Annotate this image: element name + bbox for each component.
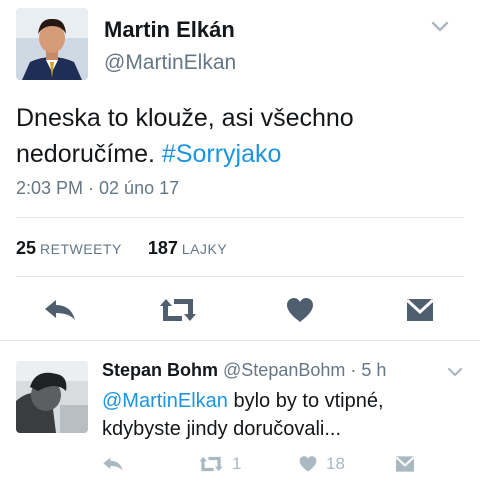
reply-icon [45, 300, 75, 320]
reply-retweet-count: 1 [232, 454, 242, 473]
reply-tweet[interactable]: Stepan Bohm @StepanBohm · 5 h @MartinElk… [0, 341, 480, 490]
author-name[interactable]: Martin Elkán [104, 17, 235, 43]
tweet-text: Dneska to klouže, asi všechno nedoručíme… [16, 100, 456, 172]
retweet-icon [199, 456, 223, 472]
reply-button[interactable] [40, 292, 80, 328]
chevron-down-icon[interactable] [430, 20, 450, 34]
reply-header: Stepan Bohm @StepanBohm · 5 h [102, 360, 386, 381]
reply-message-button[interactable] [394, 449, 416, 479]
reply-like-count: 18 [326, 454, 345, 473]
reply-time[interactable]: · 5 h [350, 360, 386, 380]
tweet-stats: 25 RETWEETY 187 LAJKY [16, 238, 227, 259]
message-icon [395, 456, 415, 472]
retweets-count: 25 [16, 238, 37, 258]
reply-author-name[interactable]: Stepan Bohm [102, 360, 218, 380]
author-handle[interactable]: @MartinElkan [104, 51, 236, 75]
reply-reply-button[interactable] [102, 449, 124, 479]
heart-icon [299, 456, 317, 472]
reply-author-handle[interactable]: @StepanBohm [223, 360, 345, 380]
divider [16, 217, 464, 218]
divider [16, 276, 464, 277]
message-icon [405, 298, 435, 321]
retweets-label: RETWEETY [40, 241, 122, 257]
avatar[interactable] [16, 8, 88, 80]
reply-icon [103, 457, 123, 471]
reply-text: @MartinElkan bylo by to vtipné, kdybyste… [102, 387, 462, 443]
like-button[interactable] [280, 292, 320, 328]
tweet-timestamp[interactable]: 2:03 PM · 02 úno 17 [16, 178, 179, 199]
message-button[interactable] [400, 292, 440, 328]
likes-stat[interactable]: 187 LAJKY [148, 238, 227, 258]
retweet-icon [160, 299, 196, 321]
chevron-down-icon[interactable] [446, 365, 464, 377]
reply-avatar[interactable] [16, 361, 88, 433]
main-tweet: Martin Elkán @MartinElkan Dneska to klou… [0, 0, 480, 340]
reply-like-button[interactable]: 18 [298, 449, 345, 479]
retweets-stat[interactable]: 25 RETWEETY [16, 238, 127, 258]
likes-count: 187 [147, 238, 178, 258]
reply-retweet-button[interactable]: 1 [198, 449, 241, 479]
retweet-button[interactable] [158, 292, 198, 328]
likes-label: LAJKY [181, 241, 228, 257]
heart-icon [287, 298, 313, 322]
hashtag-link[interactable]: #Sorryjako [162, 140, 282, 168]
mention-link[interactable]: @MartinElkan [102, 390, 228, 412]
